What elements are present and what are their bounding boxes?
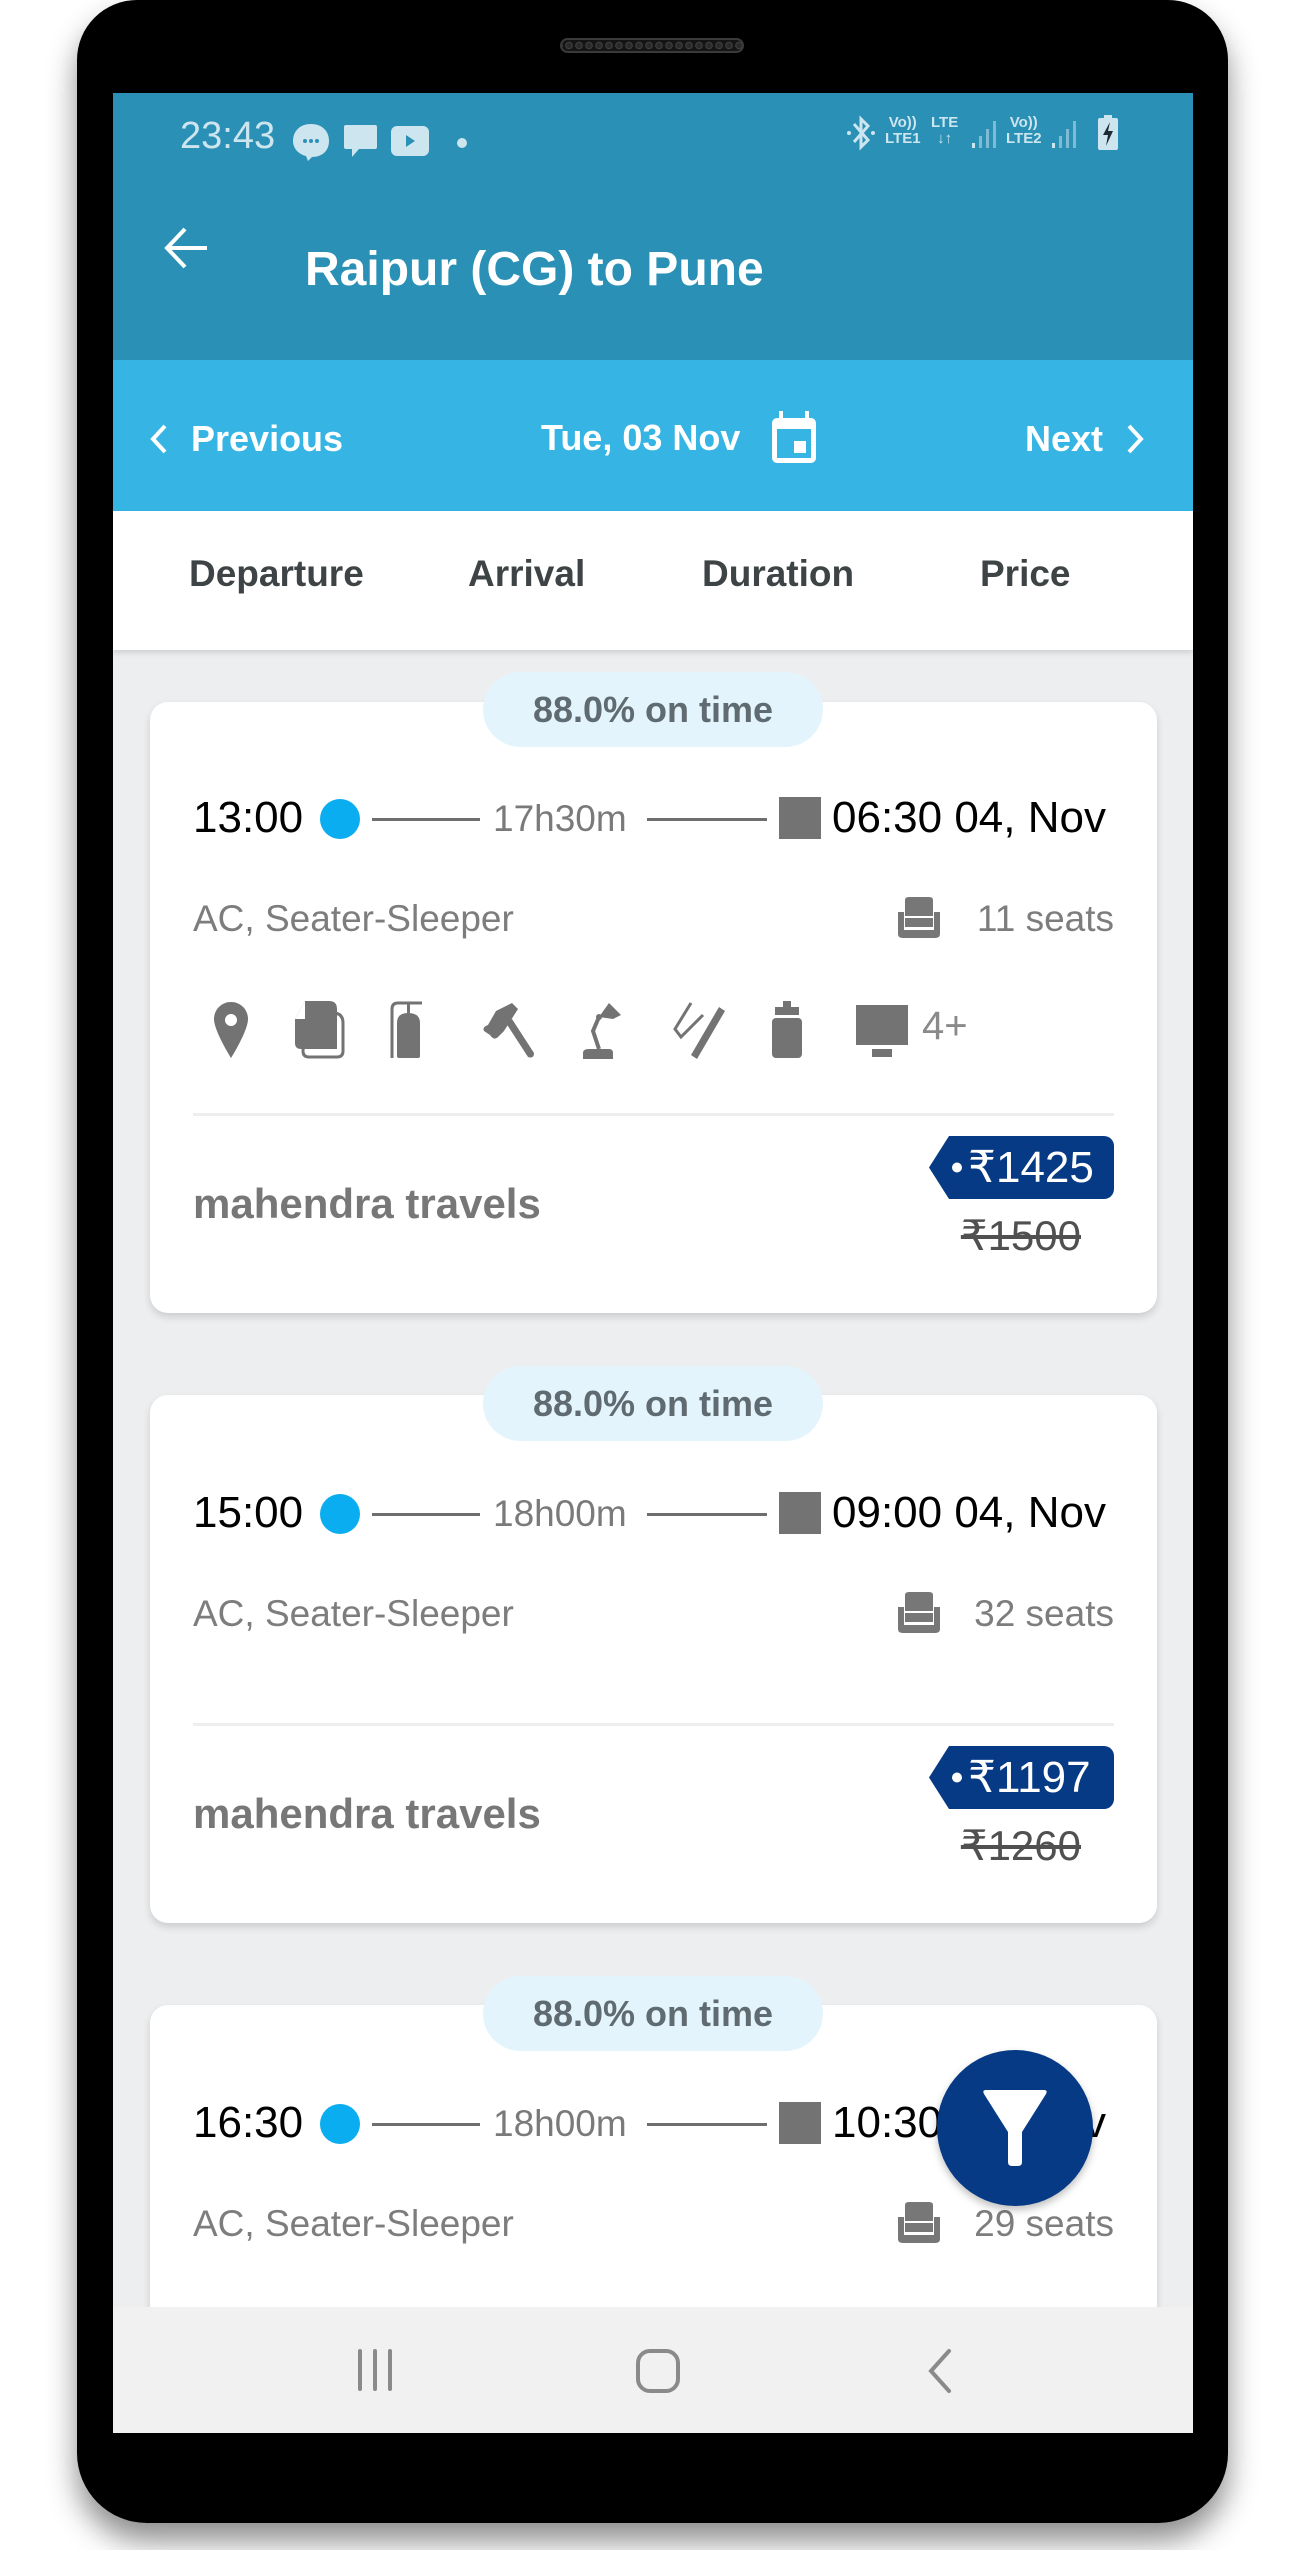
seats-available: 11 seats: [976, 898, 1114, 939]
departure-dot-icon: [320, 799, 360, 839]
volte1-top-label: Vo)): [888, 114, 917, 131]
route-line: [647, 2123, 767, 2126]
arrival-time: 06:30 04, Nov: [832, 793, 1106, 842]
departure-dot-icon: [320, 2104, 360, 2144]
next-label: Next: [1025, 418, 1104, 459]
journey-duration: 18h00m: [493, 2103, 627, 2144]
charging-point-icon: [673, 1002, 725, 1059]
battery-charging-icon: [1098, 115, 1118, 150]
fire-extinguisher-icon: [390, 1001, 422, 1058]
bus-type: AC, Seater-Sleeper: [193, 1593, 514, 1634]
message-icon: [344, 125, 377, 157]
recent-apps-icon[interactable]: [356, 2349, 396, 2391]
route-line: [372, 818, 480, 821]
journey-duration: 18h00m: [493, 1493, 627, 1534]
discounted-price: ₹1197: [968, 1746, 1114, 1809]
status-time: 23:43: [180, 115, 276, 157]
filter-button[interactable]: [937, 2050, 1093, 2206]
speaker-grille: [560, 38, 744, 53]
location-pin-icon: [214, 1002, 248, 1058]
departure-time: 13:00: [193, 793, 304, 842]
volte-lte2-icon: Vo)) LTE2: [1006, 115, 1042, 147]
departure-time: 16:30: [193, 2098, 304, 2147]
arrival-square-icon: [779, 1492, 821, 1534]
chat-bubble-icon: [293, 124, 329, 161]
departure-time: 15:00: [193, 1488, 304, 1537]
filter-icon: [983, 2090, 1047, 2166]
bluetooth-icon: [847, 115, 875, 151]
more-amenities[interactable]: 4+: [922, 1004, 968, 1049]
blanket-icon: [295, 1001, 345, 1059]
sort-tab-departure[interactable]: Departure: [189, 553, 364, 595]
sort-tab-duration[interactable]: Duration: [702, 553, 854, 595]
arrow-left-icon[interactable]: [163, 226, 209, 270]
date-picker[interactable]: Tue, 03 Nov: [541, 408, 818, 468]
sort-tab-arrival[interactable]: Arrival: [468, 553, 585, 595]
bus-type: AC, Seater-Sleeper: [193, 2203, 514, 2244]
page-title: Raipur (CG) to Pune: [305, 243, 764, 296]
route-line: [372, 1513, 480, 1516]
tv-icon: [856, 1005, 908, 1057]
volte2-top-label: Vo)): [1009, 114, 1038, 131]
operator-name: mahendra travels: [193, 1790, 541, 1837]
calendar-icon: [772, 411, 817, 463]
arrival-square-icon: [779, 797, 821, 839]
arrival-time: 09:00 04, Nov: [832, 1488, 1106, 1537]
previous-day-button[interactable]: Previous: [149, 415, 343, 463]
home-icon[interactable]: [635, 2348, 681, 2394]
route-line: [372, 2123, 480, 2126]
on-time-badge: 88.0% on time: [483, 672, 823, 747]
phone-screen: 23:43 Vo)) LTE1 LTE ↓↑ Vo)) LTE2 Raipur …: [113, 93, 1193, 2433]
bus-type: AC, Seater-Sleeper: [193, 898, 514, 939]
next-day-button[interactable]: Next: [1025, 415, 1145, 463]
seats-available: 32 seats: [974, 1593, 1114, 1634]
water-bottle-icon: [772, 1001, 802, 1058]
departure-dot-icon: [320, 1494, 360, 1534]
lte-top-label: LTE: [931, 114, 959, 131]
notification-dot-icon: [457, 138, 467, 148]
card-divider: [193, 1113, 1114, 1116]
signal-2-icon: [1052, 121, 1076, 148]
route-line: [647, 1513, 767, 1516]
sort-tab-price[interactable]: Price: [980, 553, 1071, 595]
back-icon[interactable]: [925, 2348, 953, 2394]
reading-lamp-icon: [583, 1003, 621, 1059]
price-tag-icon: [929, 1136, 969, 1199]
chevron-right-icon: [1127, 424, 1144, 454]
emergency-hammer-icon: [483, 1003, 534, 1058]
youtube-icon: [391, 126, 429, 156]
discounted-price: ₹1425: [968, 1136, 1114, 1199]
journey-duration: 17h30m: [493, 798, 627, 839]
on-time-badge: 88.0% on time: [483, 1366, 823, 1441]
on-time-badge: 88.0% on time: [483, 1976, 823, 2051]
route-line: [647, 818, 767, 821]
volte-lte1-icon: Vo)) LTE1: [885, 115, 921, 147]
card-divider: [193, 1723, 1114, 1726]
lte-data-icon: LTE ↓↑: [931, 115, 958, 147]
operator-name: mahendra travels: [193, 1180, 541, 1227]
seats-available: 29 seats: [974, 2203, 1114, 2244]
original-price: ₹1500: [960, 1212, 1081, 1259]
chevron-left-icon: [150, 424, 167, 454]
arrival-square-icon: [779, 2102, 821, 2144]
previous-label: Previous: [191, 418, 344, 459]
signal-1-icon: [972, 121, 996, 148]
volte2-bottom-label: LTE2: [1006, 130, 1042, 147]
original-price: ₹1260: [960, 1822, 1081, 1869]
volte1-bottom-label: LTE1: [885, 130, 921, 147]
selected-date: Tue, 03 Nov: [541, 417, 741, 458]
price-tag-icon: [929, 1746, 969, 1809]
lte-arrows-label: ↓↑: [937, 130, 953, 147]
